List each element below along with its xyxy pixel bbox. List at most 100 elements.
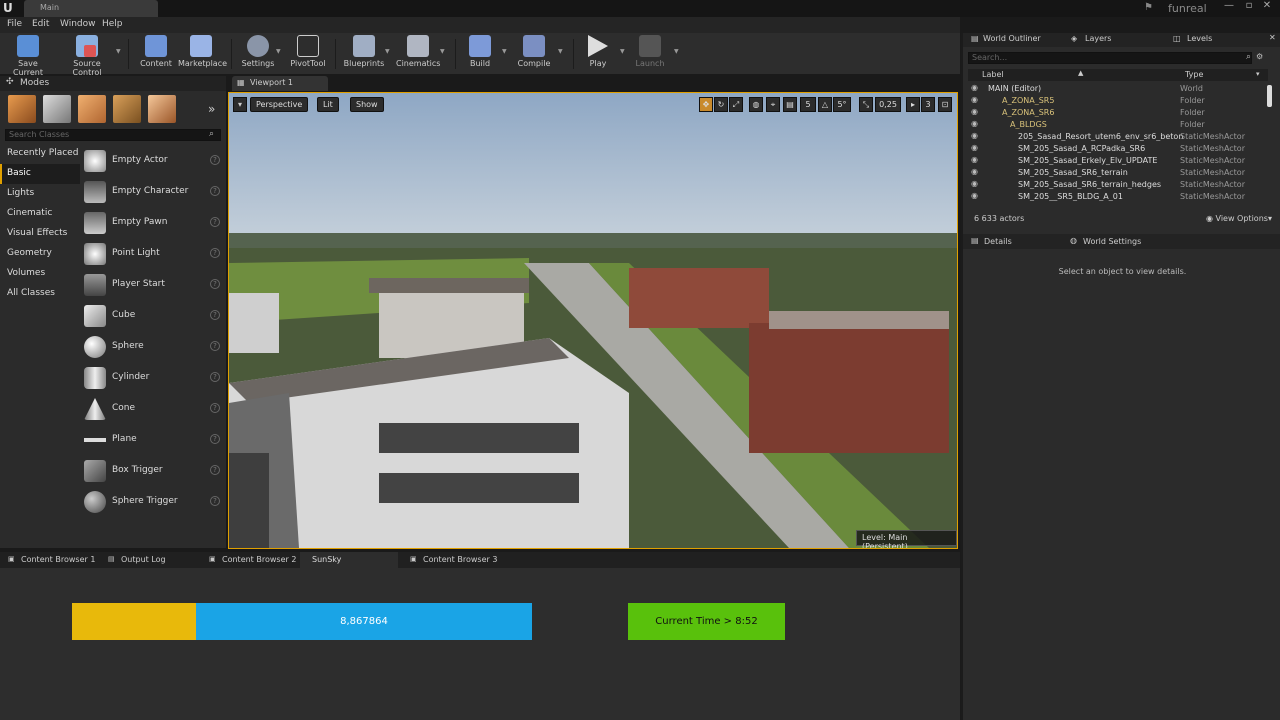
place-item-point-light[interactable]: Point Light? (82, 239, 224, 270)
geometry-mode-icon[interactable] (148, 95, 176, 123)
gear-icon[interactable]: ⚙ (1256, 52, 1263, 61)
outliner-row[interactable]: ◉ SM_205_Sasad_Erkely_Elv_UPDATE StaticMes… (968, 155, 1258, 167)
tab-world-settings[interactable]: World Settings (1083, 237, 1141, 246)
pivot-tool-button[interactable]: PivotTool (288, 35, 328, 73)
visibility-icon[interactable]: ◉ (971, 143, 978, 152)
foliage-mode-icon[interactable] (113, 95, 141, 123)
outliner-row[interactable]: ◉ A_ZONA_SR6 Folder (968, 107, 1258, 119)
scale-snap-value[interactable]: 0,25 (875, 97, 901, 112)
blueprints-button[interactable]: Blueprints (343, 35, 385, 73)
camera-speed-icon[interactable]: ▸ (906, 97, 920, 112)
progress-bar-value[interactable]: 8,867864 (196, 603, 532, 640)
category-cinematic[interactable]: Cinematic (0, 204, 80, 224)
category-recently-placed[interactable]: Recently Placed (0, 144, 80, 164)
close-icon[interactable]: ✕ (1269, 33, 1276, 42)
tab-content-browser-3[interactable]: Content Browser 3 (423, 555, 497, 564)
tab-world-outliner[interactable]: World Outliner (983, 34, 1041, 43)
place-item-cone[interactable]: Cone? (82, 394, 224, 425)
visibility-icon[interactable]: ◉ (971, 179, 978, 188)
help-icon[interactable]: ? (210, 310, 220, 320)
outliner-row[interactable]: ◉ SM_205_Sasad_SR6_terrain_hedges StaticMe… (968, 179, 1258, 191)
marketplace-button[interactable]: Marketplace (178, 35, 227, 73)
save-current-button[interactable]: Save Current (3, 35, 53, 77)
category-lights[interactable]: Lights (0, 184, 80, 204)
search-classes-input[interactable]: Search Classes (5, 129, 221, 141)
place-item-empty-pawn[interactable]: Empty Pawn? (82, 208, 224, 239)
show-button[interactable]: Show (350, 97, 384, 112)
settings-button[interactable]: Settings (240, 35, 276, 73)
place-item-box-trigger[interactable]: Box Trigger? (82, 456, 224, 487)
cinematics-button[interactable]: Cinematics (396, 35, 440, 73)
help-icon[interactable]: ? (210, 217, 220, 227)
viewport-tab[interactable]: ▦ Viewport 1 (232, 76, 328, 91)
place-mode-icon[interactable] (8, 95, 36, 123)
place-item-empty-character[interactable]: Empty Character? (82, 177, 224, 208)
scale-snap-icon[interactable]: ⤡ (859, 97, 873, 112)
tab-levels[interactable]: Levels (1187, 34, 1212, 43)
maximize-viewport-icon[interactable]: ⊡ (938, 97, 952, 112)
category-all-classes[interactable]: All Classes (0, 284, 80, 304)
place-item-sphere-trigger[interactable]: Sphere Trigger? (82, 487, 224, 518)
perspective-button[interactable]: Perspective (250, 97, 309, 112)
chevron-down-icon[interactable]: ▼ (558, 48, 563, 55)
place-item-cylinder[interactable]: Cylinder? (82, 363, 224, 394)
paint-mode-icon[interactable] (43, 95, 71, 123)
help-icon[interactable]: ? (210, 279, 220, 289)
outliner-row[interactable]: ◉ A_ZONA_SR5 Folder (968, 95, 1258, 107)
chevron-right-icon[interactable]: » (208, 102, 215, 116)
source-control-button[interactable]: Source Control (58, 35, 116, 77)
tab-layers[interactable]: Layers (1085, 34, 1111, 43)
lit-button[interactable]: Lit (317, 97, 339, 112)
menu-edit[interactable]: Edit (32, 19, 49, 29)
camera-speed-value[interactable]: 3 (921, 97, 935, 112)
launch-button[interactable]: Launch (632, 35, 668, 73)
scale-icon[interactable]: ⤢ (729, 97, 743, 112)
outliner-scrollbar[interactable] (1267, 85, 1272, 107)
visibility-icon[interactable]: ◉ (971, 119, 978, 128)
viewport-options-button[interactable]: ▾ (233, 97, 247, 112)
compile-button[interactable]: Compile (514, 35, 554, 73)
place-item-empty-actor[interactable]: Empty Actor? (82, 146, 224, 177)
label-column-header[interactable]: Label (982, 70, 1004, 79)
category-visual-effects[interactable]: Visual Effects (0, 224, 80, 244)
visibility-icon[interactable]: ◉ (971, 191, 978, 200)
outliner-row[interactable]: ◉ SM_205_Sasad_A_RCPadka_SR6 StaticMeshAct… (968, 143, 1258, 155)
grid-snap-icon[interactable]: ▤ (783, 97, 797, 112)
maximize-icon[interactable]: ▫ (1240, 0, 1258, 14)
level-tab[interactable]: Main (24, 0, 158, 17)
rotation-snap-value[interactable]: 5° (833, 97, 851, 112)
chevron-down-icon[interactable]: ▼ (440, 48, 445, 55)
type-column-header[interactable]: Type (1185, 70, 1203, 79)
minimize-icon[interactable]: — (1220, 0, 1238, 14)
menu-window[interactable]: Window (60, 19, 96, 29)
chevron-down-icon[interactable]: ▼ (276, 48, 281, 55)
category-basic[interactable]: Basic (0, 164, 80, 184)
help-icon[interactable]: ? (210, 372, 220, 382)
help-icon[interactable]: ? (210, 496, 220, 506)
surface-snap-icon[interactable]: ⌖ (766, 97, 780, 112)
tab-output-log[interactable]: Output Log (121, 555, 166, 564)
rotation-snap-icon[interactable]: △ (818, 97, 832, 112)
visibility-icon[interactable]: ◉ (971, 155, 978, 164)
chevron-down-icon[interactable]: ▾ (1256, 70, 1260, 78)
chevron-down-icon[interactable]: ▼ (385, 48, 390, 55)
outliner-row[interactable]: ◉ SM_205_Sasad_SR6_terrain StaticMeshActor (968, 167, 1258, 179)
help-icon[interactable]: ? (210, 248, 220, 258)
chevron-down-icon[interactable]: ▼ (116, 48, 121, 55)
content-button[interactable]: Content (138, 35, 174, 73)
menu-file[interactable]: File (7, 19, 22, 29)
help-icon[interactable]: ? (210, 186, 220, 196)
place-item-plane[interactable]: Plane? (82, 425, 224, 456)
play-button[interactable]: Play (580, 35, 616, 73)
outliner-search-input[interactable]: Search... (968, 52, 1252, 64)
outliner-row[interactable]: ◉ 205_Sasad_Resort_utem6_env_sr6_beton Sta… (968, 131, 1258, 143)
chevron-down-icon[interactable]: ▼ (674, 48, 679, 55)
rotate-icon[interactable]: ↻ (714, 97, 728, 112)
visibility-icon[interactable]: ◉ (971, 83, 978, 92)
translate-icon[interactable]: ✥ (699, 97, 713, 112)
visibility-icon[interactable]: ◉ (971, 95, 978, 104)
close-icon[interactable]: ✕ (1258, 0, 1276, 14)
grid-snap-value[interactable]: 5 (800, 97, 816, 112)
current-time-button[interactable]: Current Time > 8:52 (628, 603, 785, 640)
viewport[interactable]: ▾ Perspective Lit Show ✥ ↻ ⤢ ◍ ⌖ ▤ 5 △ 5… (228, 92, 958, 549)
